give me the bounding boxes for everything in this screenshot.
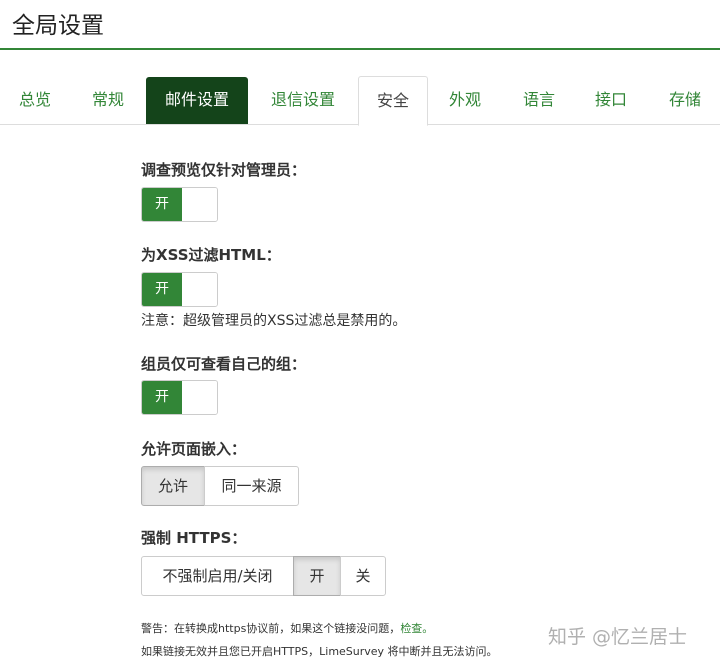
allow-embed-allow-button[interactable]: 允许 — [141, 466, 205, 506]
toggle-handle — [182, 273, 217, 306]
force-https-off-button[interactable]: 关 — [340, 556, 386, 596]
force-https-button-group: 不强制启用/关闭 开 关 — [141, 556, 386, 596]
toggle-on-label: 开 — [142, 273, 182, 306]
allow-embed-same-origin-button[interactable]: 同一来源 — [204, 466, 299, 506]
filter-xss-label: 为XSS过滤HTML： — [141, 246, 281, 264]
usergroup-members-only-label: 组员仅可查看自己的组： — [141, 355, 307, 373]
toggle-handle — [182, 381, 217, 414]
tab-storage[interactable]: 存储 — [658, 76, 712, 125]
title-divider — [0, 48, 720, 50]
filter-xss-note: 注意：超级管理员的XSS过滤总是禁用的。 — [141, 313, 407, 329]
allow-embed-label: 允许页面嵌入： — [141, 440, 247, 458]
tab-email-settings[interactable]: 邮件设置 — [146, 77, 248, 124]
survey-preview-admin-only-label: 调查预览仅针对管理员： — [141, 161, 307, 179]
allow-embed-button-group: 允许 同一来源 — [141, 466, 299, 506]
https-check-link[interactable]: 检查。 — [400, 622, 433, 635]
https-warning-line1: 警告：在转换成https协议前，如果这个链接没问题，检查。 — [141, 621, 433, 637]
force-https-dont-force-button[interactable]: 不强制启用/关闭 — [141, 556, 294, 596]
https-warning-text: 警告：在转换成https协议前，如果这个链接没问题， — [141, 622, 401, 635]
tab-interfaces[interactable]: 接口 — [584, 76, 638, 125]
watermark: 知乎 @忆兰居士 — [548, 626, 688, 648]
tab-bounce-settings[interactable]: 退信设置 — [258, 76, 348, 125]
page-title: 全局设置 — [12, 13, 104, 39]
toggle-handle — [182, 188, 217, 221]
force-https-on-button[interactable]: 开 — [293, 556, 341, 596]
filter-xss-toggle[interactable]: 开 — [141, 272, 218, 307]
toggle-on-label: 开 — [142, 381, 182, 414]
force-https-label: 强制 HTTPS： — [141, 529, 247, 547]
toggle-on-label: 开 — [142, 188, 182, 221]
usergroup-members-only-toggle[interactable]: 开 — [141, 380, 218, 415]
tab-appearance[interactable]: 外观 — [438, 76, 492, 125]
settings-tabs: 总览 常规 邮件设置 退信设置 安全 外观 语言 接口 存储 — [0, 76, 720, 126]
https-warning-line2: 如果链接无效并且您已开启HTTPS，LimeSurvey 将中断并且无法访问。 — [141, 645, 498, 658]
tab-security[interactable]: 安全 — [358, 76, 428, 126]
tab-language[interactable]: 语言 — [512, 76, 566, 125]
tab-general[interactable]: 常规 — [82, 76, 134, 125]
survey-preview-admin-only-toggle[interactable]: 开 — [141, 187, 218, 222]
tab-overview[interactable]: 总览 — [8, 76, 62, 125]
